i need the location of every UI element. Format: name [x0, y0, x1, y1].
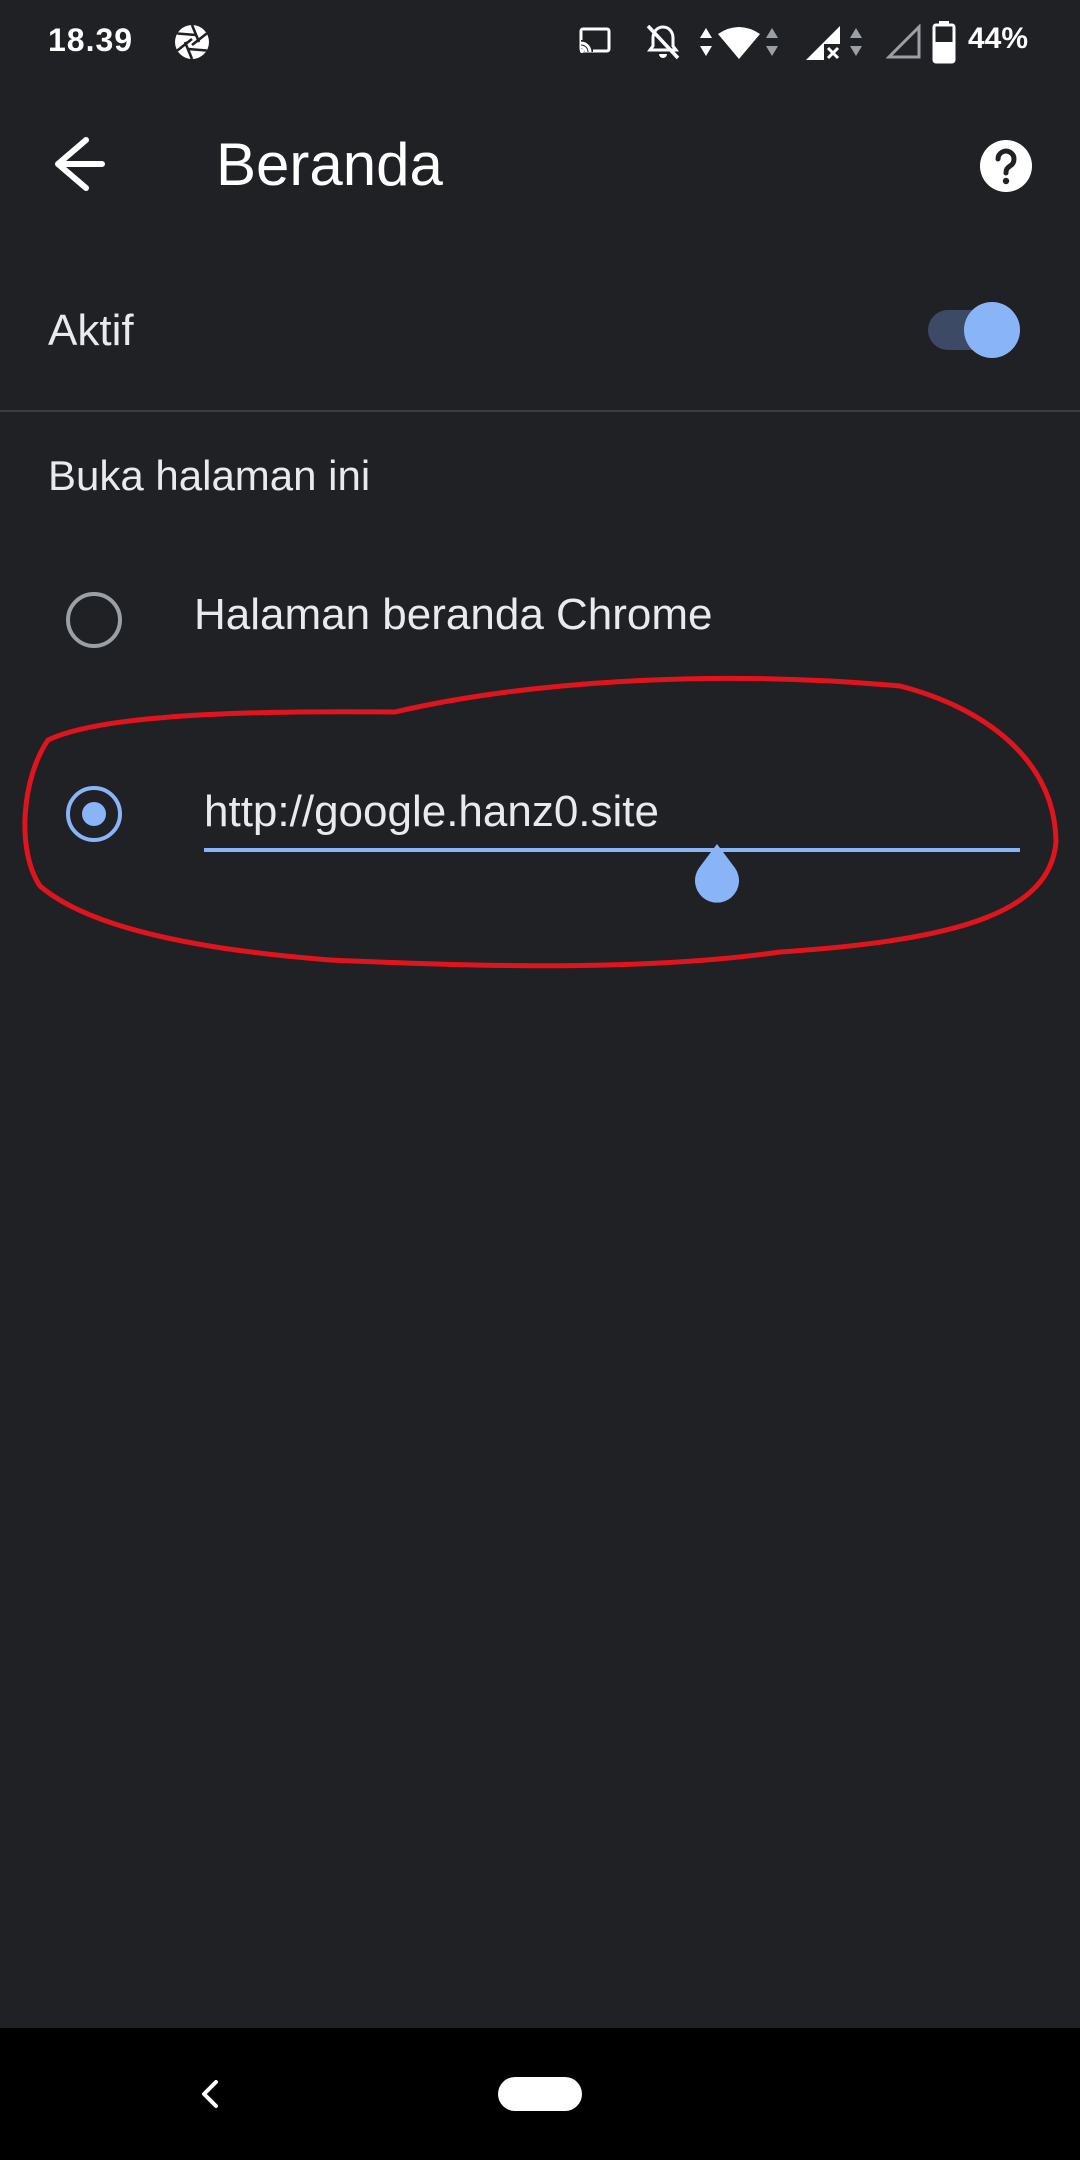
status-time: 18.39 — [48, 22, 134, 58]
data-arrows-icon — [850, 28, 862, 56]
toggle-thumb — [964, 302, 1020, 358]
wifi-icon — [718, 27, 760, 59]
nav-back-button[interactable] — [190, 2074, 230, 2114]
help-icon — [980, 140, 1032, 192]
data-arrows-icon — [700, 28, 712, 56]
radio-chrome-homepage[interactable] — [66, 592, 122, 648]
battery-icon — [932, 21, 956, 64]
section-label: Buka halaman ini — [48, 452, 371, 499]
page-title: Beranda — [216, 131, 443, 198]
status-bar: 18.39 44% — [0, 0, 1080, 86]
active-toggle-row[interactable]: Aktif — [0, 270, 1080, 390]
cast-icon — [579, 27, 611, 53]
home-button[interactable] — [498, 2077, 582, 2111]
signal-empty-icon — [886, 24, 921, 59]
battery-percent: 44% — [968, 22, 1029, 55]
divider — [0, 410, 1080, 412]
option-chrome-homepage-label: Halaman beranda Chrome — [194, 590, 713, 639]
active-toggle[interactable] — [0, 270, 1080, 390]
arrow-back-icon — [55, 137, 105, 191]
help-button[interactable] — [976, 136, 1036, 196]
signal-icon — [806, 26, 842, 62]
notifications-off-icon — [646, 24, 680, 60]
data-arrows-icon — [766, 28, 778, 56]
annotation-highlight — [22, 675, 1059, 969]
camera-aperture-icon — [175, 24, 209, 60]
back-button[interactable] — [44, 124, 124, 204]
